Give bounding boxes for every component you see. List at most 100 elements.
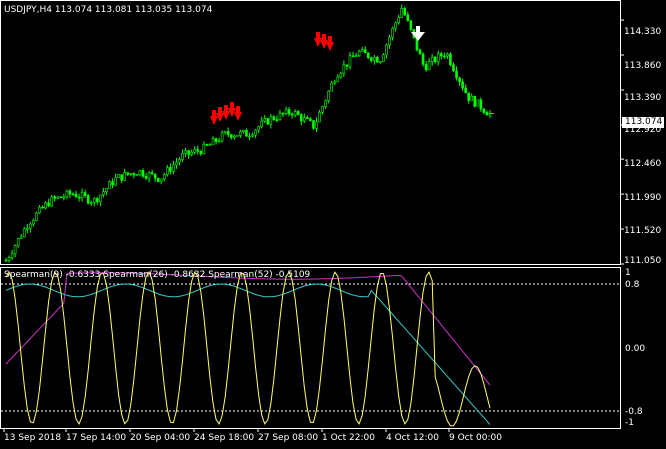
price-label: 111.520: [624, 226, 662, 236]
candle-body: [452, 64, 455, 72]
candle-body: [114, 177, 117, 186]
candle-body: [281, 112, 285, 115]
candle-body: [266, 118, 270, 125]
spearman9-label: Spearman(9) -0.6333: [4, 270, 101, 280]
candle-body: [50, 196, 53, 207]
ohlc-values: 113.074 113.081 113.035 113.074: [54, 5, 213, 15]
candle-body: [464, 87, 467, 94]
price-label: 112.460: [624, 159, 662, 169]
sell-arrow-icon: [234, 112, 242, 121]
sell-arrow-icon: [328, 36, 332, 42]
candle-body: [47, 202, 50, 207]
spearman52-line: [5, 272, 491, 386]
candle-body: [68, 190, 72, 195]
candle-body: [485, 112, 489, 116]
price-label: 113.860: [624, 61, 662, 71]
candle-body: [303, 117, 306, 122]
candle-body: [360, 49, 364, 52]
candle-body: [123, 172, 127, 181]
time-label: 24 Sep 18:00: [194, 433, 255, 443]
candle-body: [166, 167, 169, 175]
candle-body: [458, 77, 461, 83]
sell-arrow-icon: [314, 38, 322, 47]
candle-body: [382, 54, 385, 62]
candle-body: [86, 195, 90, 204]
sell-arrow-icon: [322, 34, 326, 40]
candle-body: [126, 172, 130, 175]
time-label: 4 Oct 12:00: [386, 433, 439, 443]
time-label: 20 Sep 04:00: [130, 433, 191, 443]
candle-body: [62, 196, 66, 199]
main-chart-frame: [0, 0, 621, 265]
time-label: 17 Sep 14:00: [66, 433, 127, 443]
candle-body: [254, 129, 257, 136]
candle-body: [354, 55, 358, 58]
candle-body: [19, 236, 23, 239]
time-label: 1 Oct 22:00: [322, 433, 375, 443]
candle-body: [242, 129, 245, 133]
indicator-axis-upper: 0.8: [625, 280, 640, 290]
indicator-axis-lower: -0.8: [625, 407, 643, 417]
candle-body: [403, 8, 407, 16]
candle-body: [272, 116, 276, 120]
candle-body: [32, 220, 35, 225]
chart-header: USDJPY,H4 113.074 113.081 113.035 113.07…: [4, 5, 212, 15]
symbol-label: USDJPY,H4: [4, 5, 52, 15]
time-label: 13 Sep 2018: [4, 433, 62, 443]
candle-body: [59, 196, 63, 199]
candle-body: [35, 212, 38, 221]
candle-body: [22, 228, 26, 238]
price-label: 114.330: [624, 27, 662, 37]
candle-body: [111, 181, 114, 186]
candle-body: [324, 100, 327, 107]
candle-body: [260, 120, 263, 128]
candle-body: [366, 52, 370, 59]
candle-body: [205, 144, 209, 146]
indicator-frame: [0, 267, 621, 429]
candle-body: [56, 196, 60, 199]
candle-body: [233, 135, 236, 138]
candle-body: [120, 174, 123, 181]
sell-arrow-icon: [222, 111, 230, 120]
candle-body: [147, 172, 151, 179]
chart-canvas[interactable]: [0, 0, 666, 449]
candle-body: [92, 198, 96, 203]
candle-body: [339, 72, 343, 78]
time-label: 27 Sep 08:00: [258, 433, 319, 443]
candle-body: [433, 56, 437, 63]
candle-body: [376, 56, 379, 63]
candle-body: [269, 116, 273, 125]
candle-body: [10, 253, 14, 258]
candle-body: [342, 64, 346, 74]
candle-body: [263, 118, 267, 122]
candle-body: [284, 109, 288, 115]
candle-body: [470, 95, 474, 101]
candle-body: [287, 109, 291, 115]
candle-body: [83, 192, 87, 196]
candle-body: [406, 14, 410, 21]
price-label: 111.050: [624, 256, 662, 266]
price-label: 111.990: [624, 193, 662, 203]
candle-body: [89, 202, 93, 204]
candle-body: [7, 257, 11, 261]
sell-arrow-icon: [224, 105, 228, 111]
candle-body: [296, 111, 300, 116]
candle-body: [223, 131, 227, 134]
candle-body: [144, 175, 148, 179]
candle-body: [299, 114, 303, 122]
sell-arrow-icon: [212, 110, 216, 116]
sell-arrow-icon: [316, 32, 320, 38]
candle-body: [184, 150, 187, 154]
candle-body: [479, 99, 483, 110]
sell-arrow-icon: [230, 102, 234, 108]
price-candles: [4, 4, 494, 263]
candle-body: [108, 181, 111, 189]
candle-body: [150, 172, 154, 175]
candle-body: [290, 113, 294, 116]
candle-body: [275, 119, 279, 121]
candle-body: [208, 144, 212, 146]
candle-body: [369, 57, 373, 61]
indicator-header: Spearman(9) -0.6333 Spearman(26) -0.8632…: [4, 270, 310, 280]
candle-body: [385, 44, 388, 56]
candle-body: [348, 55, 352, 67]
